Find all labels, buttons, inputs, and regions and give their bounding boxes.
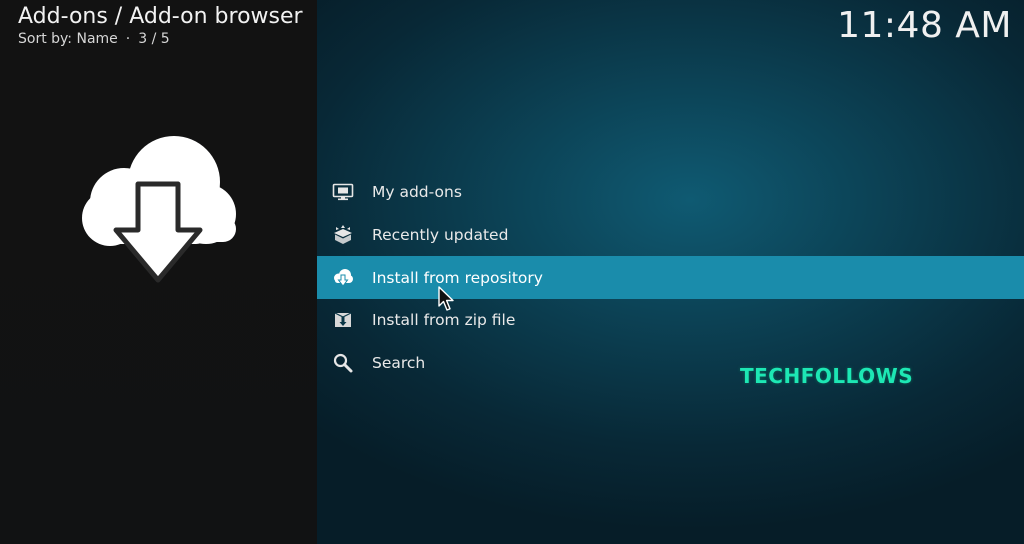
preview-panel xyxy=(0,0,317,544)
watermark: TECHFOLLOWS xyxy=(740,364,914,388)
breadcrumb: Add-ons / Add-on browser Sort by: Name · 3… xyxy=(18,3,303,47)
monitor-icon xyxy=(331,180,355,204)
addon-browser-menu: My add-ons Recently updated Install from… xyxy=(317,171,1024,384)
menu-item-search[interactable]: Search xyxy=(317,342,1024,385)
sort-label[interactable]: Sort by: Name xyxy=(18,31,118,47)
sort-info: Sort by: Name · 3 / 5 xyxy=(18,31,303,47)
menu-item-my-addons[interactable]: My add-ons xyxy=(317,171,1024,214)
cloud-download-icon xyxy=(331,266,355,290)
menu-item-label: Search xyxy=(372,354,426,373)
mouse-pointer-icon xyxy=(438,286,454,311)
page-title: Add-ons / Add-on browser xyxy=(18,4,303,29)
zip-install-icon xyxy=(331,308,355,332)
menu-item-install-from-zip[interactable]: Install from zip file xyxy=(317,299,1024,342)
menu-item-label: Install from zip file xyxy=(372,311,516,330)
menu-item-recently-updated[interactable]: Recently updated xyxy=(317,214,1024,257)
search-icon xyxy=(331,351,355,375)
menu-item-install-from-repository[interactable]: Install from repository xyxy=(317,256,1024,300)
menu-item-label: Recently updated xyxy=(372,226,509,245)
kodi-screen: Add-ons / Add-on browser Sort by: Name · 3… xyxy=(0,0,1024,544)
open-box-icon xyxy=(331,223,355,247)
cloud-download-icon xyxy=(82,136,236,283)
clock: 11:48 AM xyxy=(837,5,1012,46)
item-position: 3 / 5 xyxy=(138,31,170,47)
menu-item-label: Install from repository xyxy=(372,268,543,287)
menu-item-label: My add-ons xyxy=(372,183,462,202)
separator: · xyxy=(125,31,131,47)
